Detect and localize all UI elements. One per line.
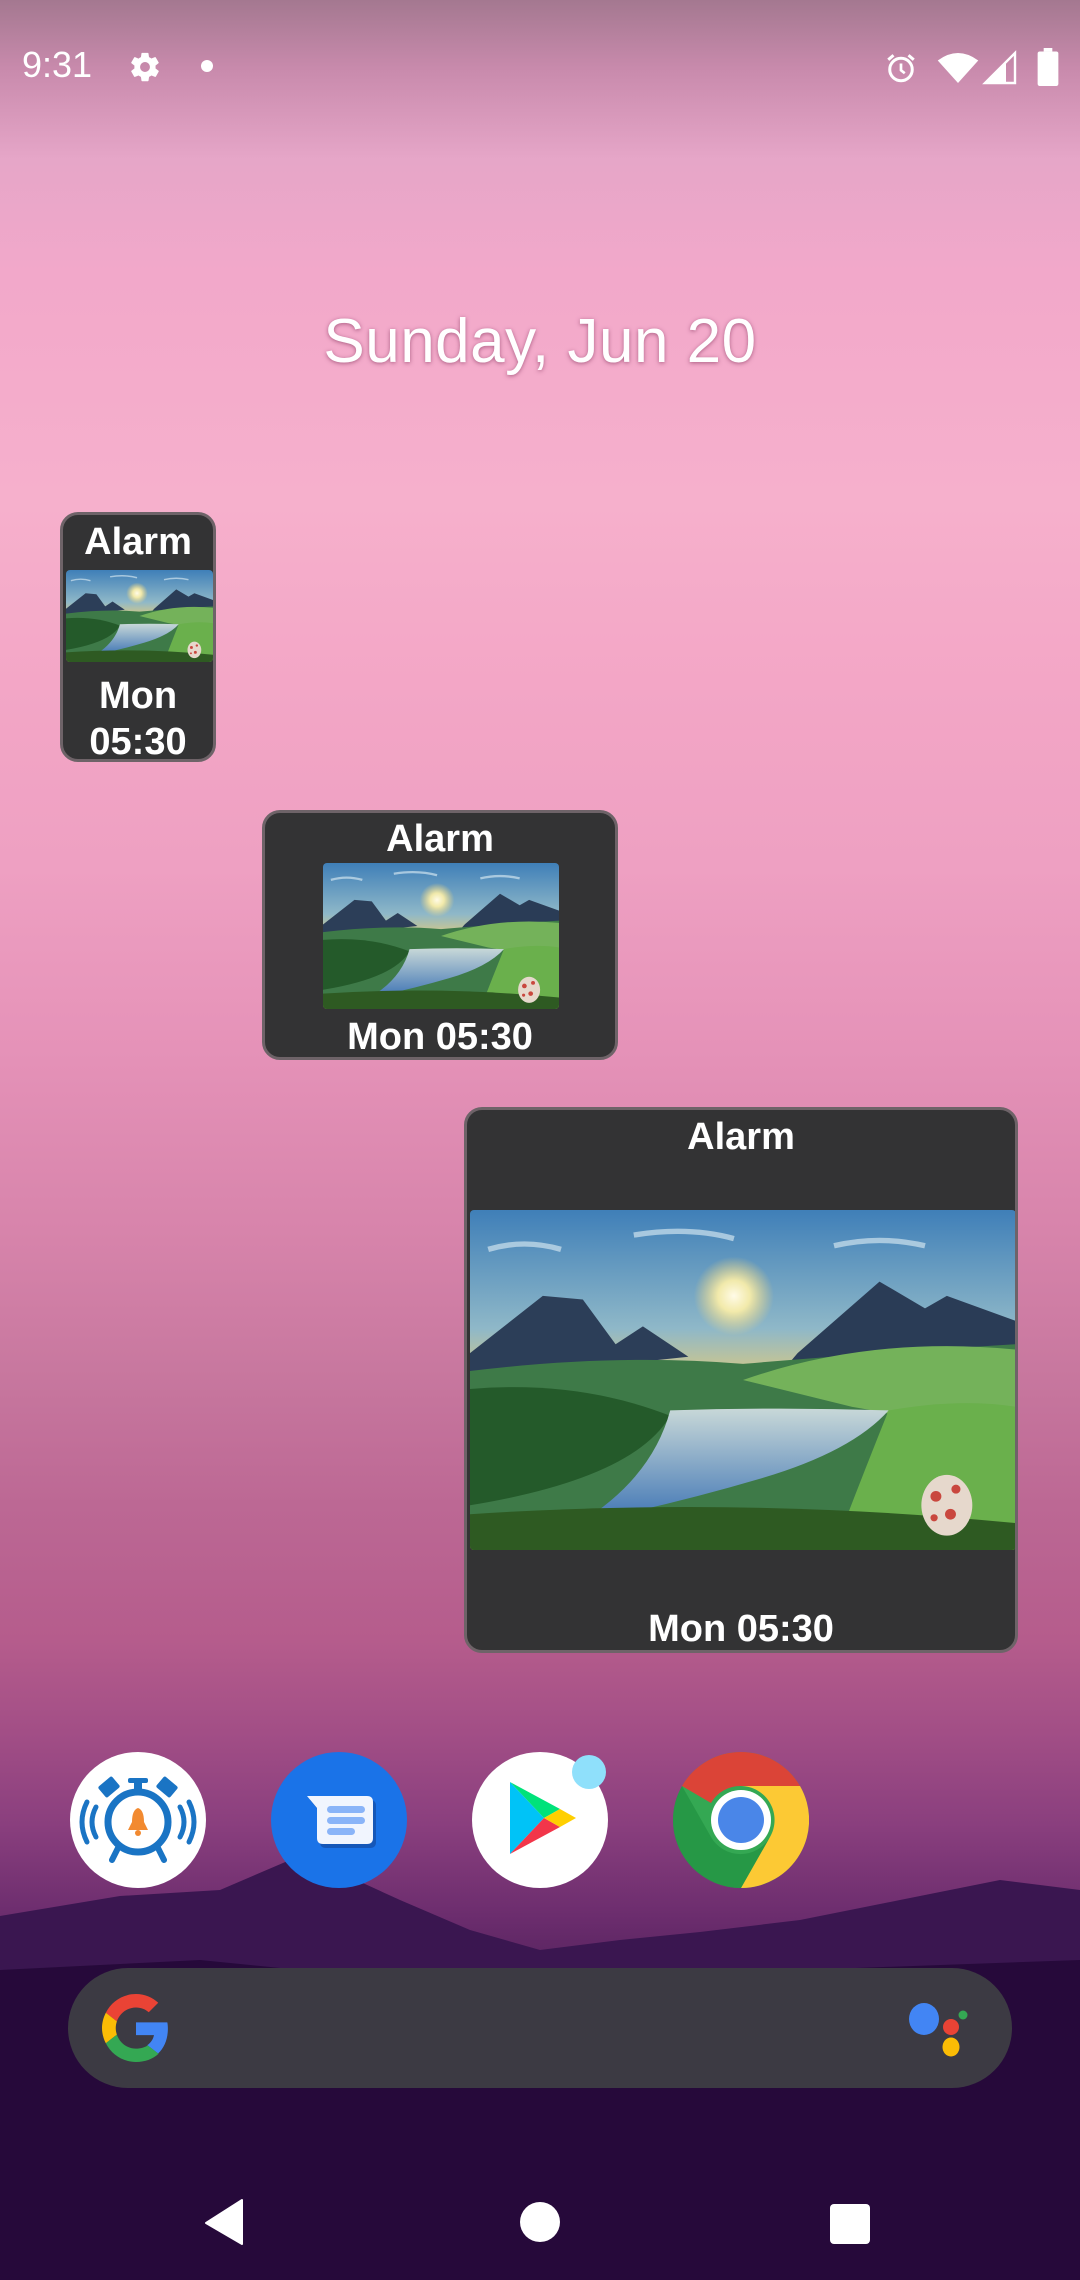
google-assistant-icon[interactable] [908,2002,974,2060]
back-button[interactable] [204,2198,244,2246]
alarm-widget-medium[interactable]: Alarm Mon 05:30 [262,810,618,1060]
widget-alarm-day: Mon [98,675,178,717]
widget-alarm-time: Mon 05:30 [648,1608,834,1650]
google-search-bar[interactable] [68,1968,1012,2088]
battery-icon [1037,48,1059,86]
home-button[interactable] [520,2202,560,2242]
gear-icon [131,52,159,82]
widget-alarm-time: Mon 05:30 [63,673,213,762]
widget-alarm-time: Mon 05:30 [347,1016,533,1058]
chrome-app-icon[interactable] [673,1752,809,1888]
date-header[interactable]: Sunday, Jun 20 [0,306,1080,377]
navigation-bar [0,2180,1080,2280]
widget-title: Alarm [386,818,494,860]
recents-button[interactable] [830,2204,870,2244]
google-g-icon[interactable] [102,1994,170,2062]
status-bar: 9:31 [0,0,1080,132]
landscape-image [66,570,213,662]
widget-alarm-clock: 05:30 [89,721,187,762]
landscape-image [323,863,559,1009]
widget-title: Alarm [84,521,192,563]
landscape-image [470,1210,1016,1550]
status-time: 9:31 [22,44,93,85]
notification-badge [572,1755,606,1789]
alarm-widget-large[interactable]: Alarm Mon 05:30 [464,1107,1018,1653]
widget-title: Alarm [687,1116,795,1158]
alarm-clock-icon [887,54,915,83]
messages-app-icon[interactable] [271,1752,407,1888]
alarm-clock-app-icon[interactable] [70,1752,206,1888]
alarm-widget-small[interactable]: Alarm Mon 05:30 [60,512,216,762]
wifi-icon [937,53,979,83]
notification-dot-icon [201,60,213,72]
signal-icon [982,50,1017,85]
